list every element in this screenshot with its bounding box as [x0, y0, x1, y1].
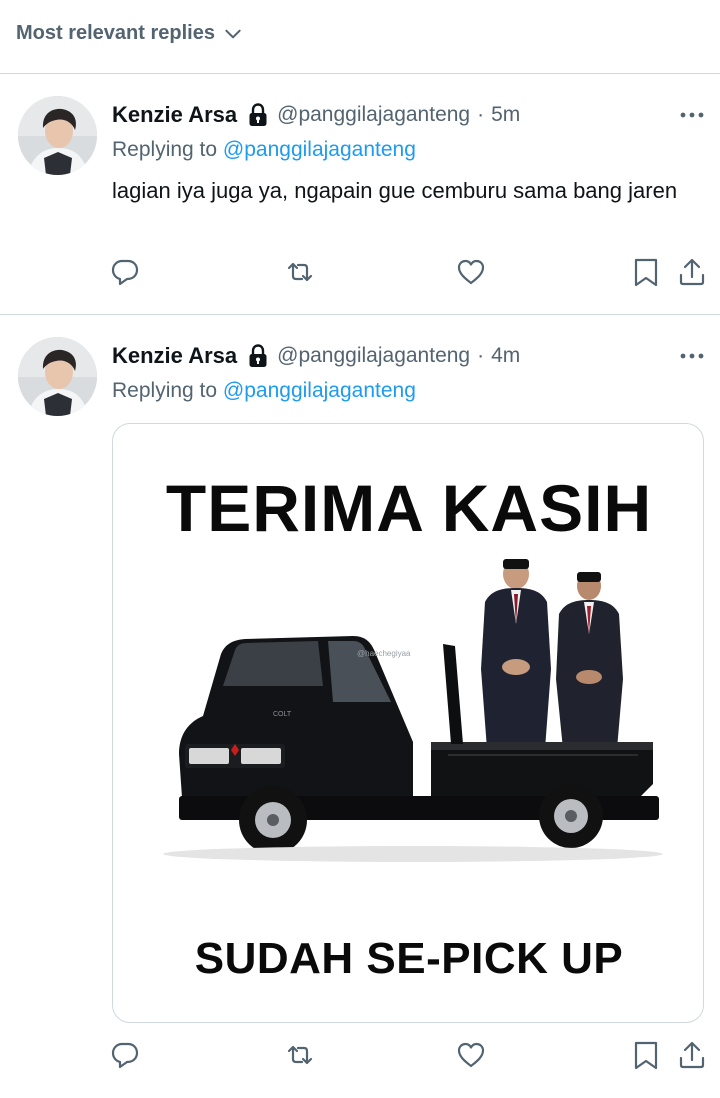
- person-figure-left: [481, 559, 551, 749]
- truck-badge-text: COLT: [273, 711, 292, 718]
- avatar[interactable]: [18, 337, 97, 416]
- lock-icon: [249, 344, 267, 367]
- more-options-icon[interactable]: [678, 346, 706, 366]
- share-icon: [679, 1041, 705, 1069]
- bookmark-button[interactable]: [631, 257, 661, 287]
- replying-to-line: Replying to @panggilajaganteng: [112, 138, 416, 162]
- replying-to-mention[interactable]: @panggilajaganteng: [223, 138, 416, 161]
- retweet-button[interactable]: [285, 1040, 315, 1070]
- retweet-button[interactable]: [285, 257, 315, 287]
- sort-replies-button[interactable]: Most relevant replies: [16, 22, 243, 45]
- separator-dot: ·: [477, 103, 485, 126]
- meme-watermark: @haechegiyaa: [357, 649, 411, 658]
- replying-to-prefix: Replying to: [112, 379, 218, 402]
- tweet-actions: [0, 1040, 720, 1074]
- timestamp[interactable]: 5m: [491, 103, 520, 127]
- sort-label: Most relevant replies: [16, 22, 215, 44]
- bookmark-button[interactable]: [631, 1040, 661, 1070]
- person-figure-right: [556, 572, 623, 749]
- heart-icon: [457, 259, 485, 285]
- share-icon: [679, 258, 705, 286]
- more-options-icon[interactable]: [678, 105, 706, 125]
- tweet-text: lagian iya juga ya, ngapain gue cemburu …: [112, 178, 678, 203]
- tweet-header: Kenzie Arsa @panggilajaganteng · 4m: [112, 341, 520, 371]
- separator-dot: ·: [477, 344, 485, 367]
- like-button[interactable]: [456, 1040, 486, 1070]
- tweet-media-image[interactable]: TERIMA KASIH COLT @haechegiyaa SUDAH SE-…: [112, 423, 704, 1023]
- retweet-icon: [287, 1045, 313, 1065]
- heart-icon: [457, 1042, 485, 1068]
- display-name[interactable]: Kenzie Arsa: [112, 102, 237, 128]
- reply-icon: [111, 1042, 139, 1069]
- share-button[interactable]: [677, 257, 707, 287]
- chevron-down-icon: [225, 29, 241, 38]
- lock-icon: [249, 103, 267, 126]
- replying-to-mention[interactable]: @panggilajaganteng: [223, 379, 416, 402]
- avatar[interactable]: [18, 96, 97, 175]
- user-handle[interactable]: @panggilajaganteng: [277, 344, 470, 368]
- tweet-header: Kenzie Arsa @panggilajaganteng · 5m: [112, 100, 520, 130]
- bookmark-icon: [634, 1041, 658, 1070]
- retweet-icon: [287, 262, 313, 282]
- bookmark-icon: [634, 258, 658, 287]
- tweet-actions: [0, 257, 720, 291]
- meme-bottom-text: SUDAH SE-PICK UP: [194, 934, 624, 983]
- reply-button[interactable]: [110, 257, 140, 287]
- display-name[interactable]: Kenzie Arsa: [112, 343, 237, 369]
- replying-to-line: Replying to @panggilajaganteng: [112, 379, 416, 403]
- like-button[interactable]: [456, 257, 486, 287]
- reply-button[interactable]: [110, 1040, 140, 1070]
- replying-to-prefix: Replying to: [112, 138, 218, 161]
- replies-sort-bar: Most relevant replies: [0, 0, 720, 74]
- timestamp[interactable]: 4m: [491, 344, 520, 368]
- reply-tweet[interactable]: Kenzie Arsa @panggilajaganteng · 5m Repl…: [0, 75, 720, 315]
- share-button[interactable]: [677, 1040, 707, 1070]
- user-handle[interactable]: @panggilajaganteng: [277, 103, 470, 127]
- reply-icon: [111, 259, 139, 286]
